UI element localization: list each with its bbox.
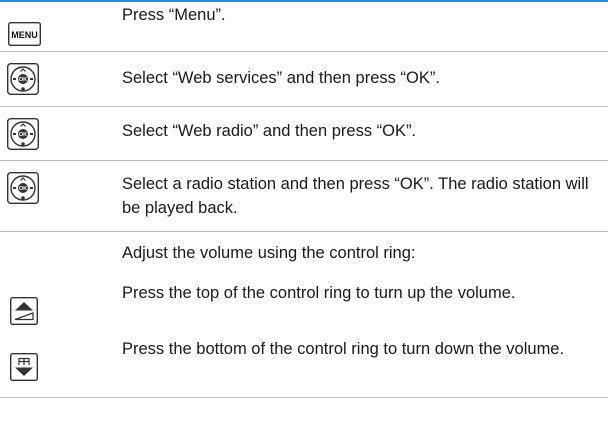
step-divider [0,160,608,161]
step-3-text: Select “Web radio” and then press “OK”. [122,122,417,140]
step-2-text: Select “Web services” and then press “OK… [122,69,440,87]
volume-intro-text: Adjust the volume using the control ring… [122,244,416,262]
step-1-text: Press “Menu”. [122,6,226,24]
top-accent-rule [0,0,608,2]
svg-text:OK: OK [19,77,27,83]
volume-up-icon [10,297,38,325]
volume-down-icon [10,353,38,381]
svg-text:OK: OK [19,132,27,138]
step-4-text: Select a radio station and then press “O… [122,175,589,217]
navigation-key-icon: OK [7,172,39,204]
menu-key-icon: MENU [8,22,41,46]
svg-text:MENU: MENU [11,30,38,40]
volume-down-text: Press the bottom of the control ring to … [122,340,565,358]
step-divider [0,397,608,398]
step-divider [0,231,608,232]
navigation-key-icon: OK [7,63,39,95]
navigation-key-icon: OK [7,118,39,150]
svg-text:OK: OK [19,186,27,192]
step-divider [0,106,608,107]
volume-up-text: Press the top of the control ring to tur… [122,284,516,302]
step-divider [0,51,608,52]
